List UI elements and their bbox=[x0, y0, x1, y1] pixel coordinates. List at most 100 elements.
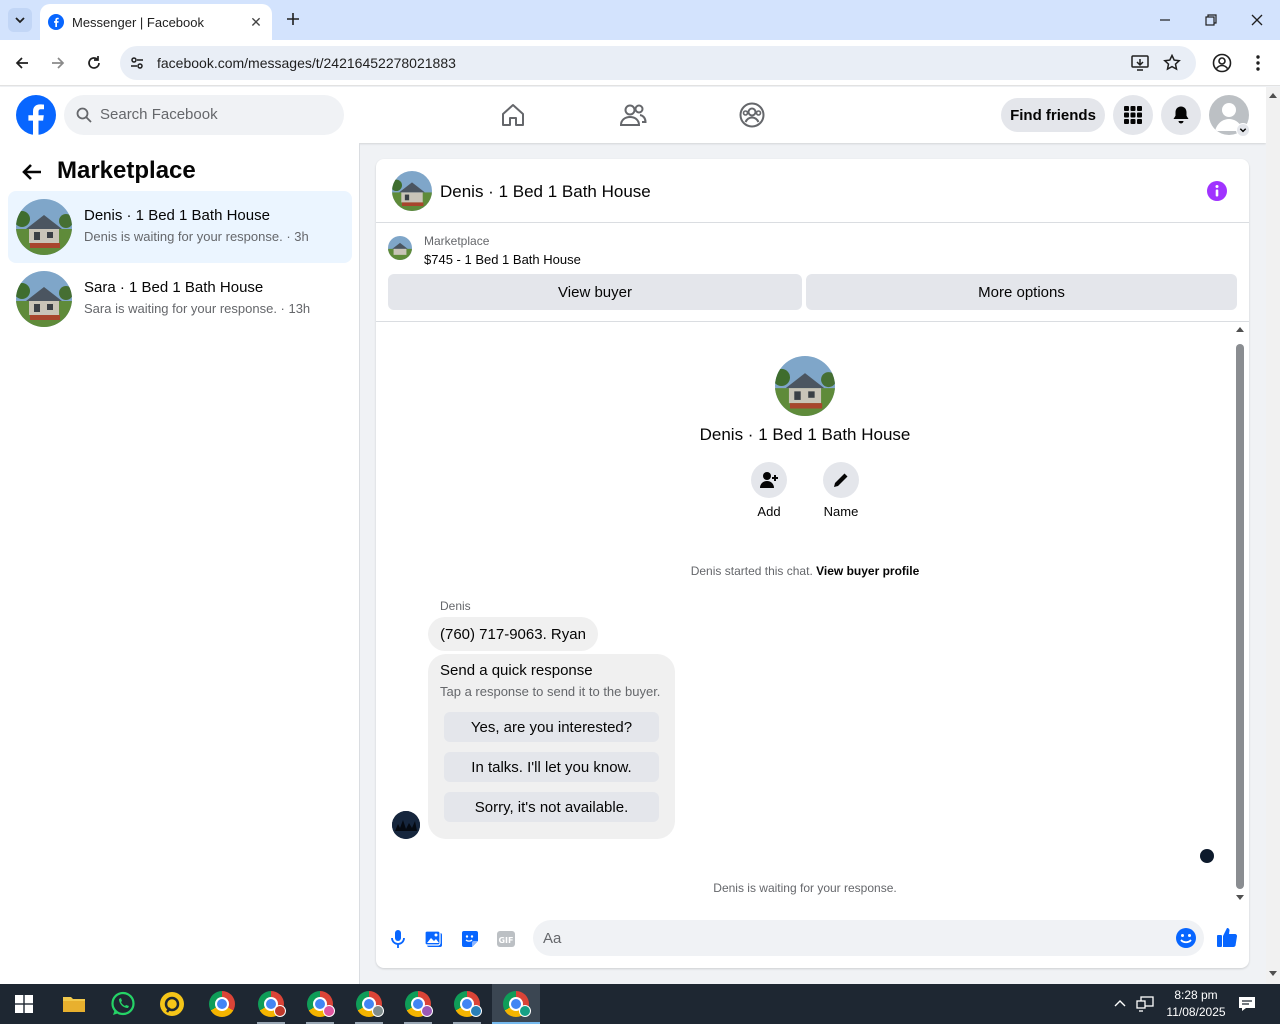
scroll-down-icon[interactable] bbox=[1269, 971, 1277, 977]
tab-search-button[interactable] bbox=[8, 8, 32, 32]
back-arrow-icon[interactable] bbox=[20, 160, 44, 184]
more-options-button[interactable]: More options bbox=[806, 274, 1237, 310]
taskbar-chrome-active[interactable] bbox=[492, 984, 540, 1024]
install-app-icon[interactable] bbox=[1131, 54, 1149, 72]
quick-response-button[interactable]: Yes, are you interested? bbox=[444, 712, 659, 742]
chat-avatar[interactable] bbox=[392, 171, 432, 211]
forward-button[interactable] bbox=[46, 51, 70, 75]
folder-icon bbox=[63, 997, 85, 1012]
reload-button[interactable] bbox=[82, 51, 106, 75]
page-scrollbar[interactable] bbox=[1266, 87, 1280, 984]
app-icon bbox=[160, 992, 184, 1016]
quick-response-button[interactable]: In talks. I'll let you know. bbox=[444, 752, 659, 782]
new-tab-button[interactable] bbox=[282, 8, 304, 30]
start-button[interactable] bbox=[0, 984, 48, 1024]
restore-icon bbox=[1205, 14, 1217, 26]
account-chevron-icon[interactable] bbox=[1236, 123, 1250, 137]
friends-icon[interactable] bbox=[619, 101, 647, 129]
chat-scroll-thumb[interactable] bbox=[1236, 344, 1244, 889]
clock-time: 8:28 pm bbox=[1174, 988, 1218, 1002]
conversation-preview: Sara is waiting for your response. · 13h bbox=[84, 301, 311, 316]
gallery-icon[interactable] bbox=[424, 929, 444, 949]
url-text: facebook.com/messages/t/2421645227802188… bbox=[157, 55, 456, 71]
view-buyer-button[interactable]: View buyer bbox=[388, 274, 802, 310]
home-icon[interactable] bbox=[499, 101, 527, 129]
facebook-search-input[interactable]: Search Facebook bbox=[64, 95, 344, 135]
chevron-up-icon[interactable] bbox=[1114, 998, 1126, 1008]
address-bar[interactable]: facebook.com/messages/t/2421645227802188… bbox=[120, 46, 1196, 80]
message-bubble[interactable]: (760) 717-9063. Ryan bbox=[428, 617, 598, 651]
taskbar-file-explorer[interactable] bbox=[50, 984, 98, 1024]
sticker-icon[interactable] bbox=[460, 929, 480, 949]
arrow-left-icon bbox=[15, 57, 28, 69]
conversation-preview: Denis is waiting for your response. · 3h bbox=[84, 229, 309, 244]
scroll-down-icon[interactable] bbox=[1236, 895, 1244, 901]
microphone-icon[interactable] bbox=[388, 929, 408, 949]
facebook-header: Search Facebook Find friends bbox=[0, 87, 1266, 143]
taskbar-chrome-profile[interactable] bbox=[345, 984, 393, 1024]
notifications-button[interactable] bbox=[1161, 95, 1201, 135]
sender-avatar[interactable] bbox=[392, 811, 420, 839]
view-buyer-profile-link[interactable]: View buyer profile bbox=[816, 564, 919, 578]
taskbar-chrome-profile[interactable] bbox=[443, 984, 491, 1024]
menu-button[interactable] bbox=[1113, 95, 1153, 135]
taskbar-chrome-profile[interactable] bbox=[394, 984, 442, 1024]
info-icon[interactable] bbox=[1207, 181, 1227, 201]
system-clock[interactable]: 8:28 pm 11/08/2025 bbox=[1158, 987, 1234, 1021]
taskbar-whatsapp[interactable] bbox=[99, 984, 147, 1024]
scroll-up-icon[interactable] bbox=[1236, 326, 1244, 332]
thumbs-up-icon[interactable] bbox=[1216, 926, 1238, 948]
profile-icon[interactable] bbox=[1212, 53, 1232, 73]
find-friends-button[interactable]: Find friends bbox=[1001, 98, 1105, 132]
emoji-icon[interactable] bbox=[1175, 927, 1197, 949]
menu-grid-icon bbox=[1124, 106, 1142, 124]
windows-taskbar: 8:28 pm 11/08/2025 bbox=[0, 984, 1280, 1024]
taskbar-chrome-profile[interactable] bbox=[247, 984, 295, 1024]
listing-price[interactable]: $745 - 1 Bed 1 Bath House bbox=[424, 252, 581, 267]
notification-center-icon[interactable] bbox=[1238, 995, 1256, 1013]
conversation-item[interactable]: Denis · 1 Bed 1 Bath House Denis is wait… bbox=[8, 191, 352, 263]
listing-banner: Marketplace $745 - 1 Bed 1 Bath House Vi… bbox=[376, 224, 1249, 322]
sender-name: Denis bbox=[440, 599, 471, 613]
browser-toolbar: facebook.com/messages/t/2421645227802188… bbox=[0, 40, 1280, 86]
quick-response-title: Send a quick response bbox=[440, 662, 593, 679]
reload-icon bbox=[88, 56, 100, 69]
taskbar-chrome[interactable] bbox=[198, 984, 246, 1024]
tab-close-icon[interactable]: ✕ bbox=[248, 14, 264, 30]
house-thumbnail bbox=[16, 199, 72, 255]
pencil-icon bbox=[834, 473, 848, 487]
taskbar-chrome-profile[interactable] bbox=[296, 984, 344, 1024]
chat-title[interactable]: Denis · 1 Bed 1 Bath House bbox=[440, 182, 651, 202]
back-button[interactable] bbox=[10, 51, 34, 75]
chat-panel: Denis · 1 Bed 1 Bath House Marketplace $… bbox=[376, 159, 1249, 968]
message-placeholder: Aa bbox=[543, 930, 562, 947]
scroll-up-icon[interactable] bbox=[1269, 92, 1277, 98]
conversation-name: Denis · 1 Bed 1 Bath House bbox=[84, 207, 270, 224]
conversation-name: Sara · 1 Bed 1 Bath House bbox=[84, 279, 264, 296]
browser-tab[interactable]: Messenger | Facebook ✕ bbox=[40, 4, 272, 40]
restore-button[interactable] bbox=[1199, 8, 1223, 32]
quick-response-button[interactable]: Sorry, it's not available. bbox=[444, 792, 659, 822]
groups-icon[interactable] bbox=[738, 101, 766, 129]
bookmark-star-icon[interactable] bbox=[1163, 54, 1181, 72]
minimize-button[interactable] bbox=[1153, 8, 1177, 32]
minimize-icon bbox=[1160, 19, 1170, 21]
site-settings-icon[interactable] bbox=[129, 55, 145, 71]
add-people-button[interactable] bbox=[751, 462, 787, 498]
kebab-menu-icon[interactable] bbox=[1250, 53, 1266, 73]
conversation-avatar-large[interactable] bbox=[775, 356, 835, 416]
chevron-down-icon bbox=[15, 17, 25, 24]
name-chat-button[interactable] bbox=[823, 462, 859, 498]
profile-badge-icon bbox=[372, 1005, 384, 1017]
taskbar-app-yellow[interactable] bbox=[148, 984, 196, 1024]
close-window-button[interactable] bbox=[1245, 8, 1269, 32]
conversation-item[interactable]: Sara · 1 Bed 1 Bath House Sara is waitin… bbox=[8, 263, 352, 335]
message-input[interactable]: Aa bbox=[533, 920, 1204, 956]
quick-response-subtitle: Tap a response to send it to the buyer. bbox=[440, 684, 661, 699]
plus-icon bbox=[287, 13, 299, 25]
gif-icon[interactable]: GIF bbox=[496, 929, 516, 949]
facebook-logo-icon[interactable] bbox=[16, 95, 56, 135]
profile-badge-icon bbox=[519, 1005, 531, 1017]
listing-thumbnail[interactable] bbox=[388, 236, 412, 260]
network-icon[interactable] bbox=[1136, 996, 1154, 1012]
